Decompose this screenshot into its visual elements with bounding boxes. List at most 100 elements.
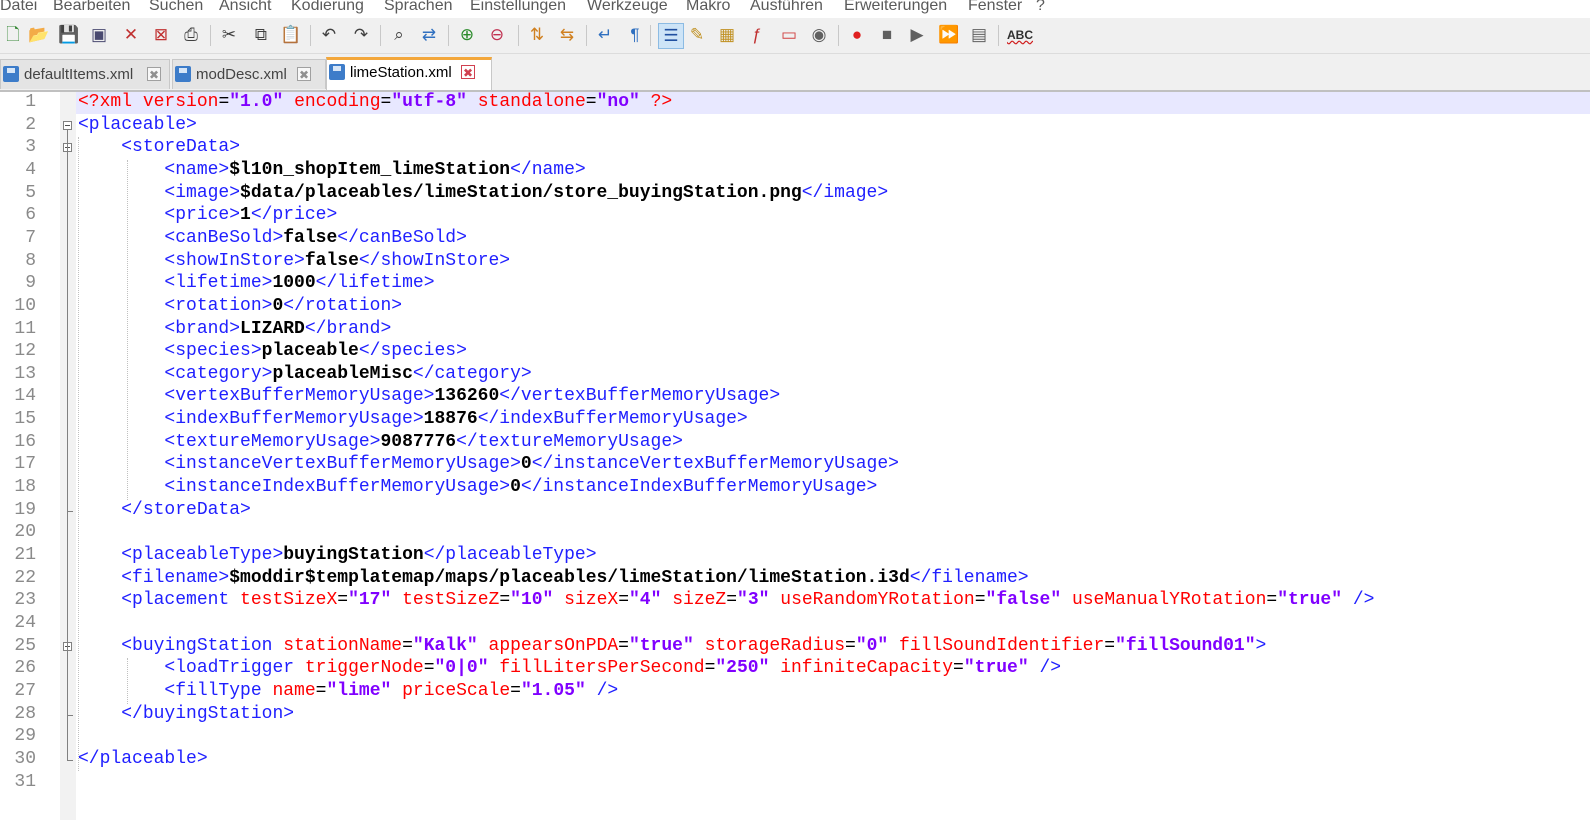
save-macro-icon[interactable]: ▤ <box>968 24 990 46</box>
menu-item[interactable]: Werkzeuge <box>587 0 668 15</box>
menu-item[interactable]: Kodierung <box>291 0 364 15</box>
code-token: encoding <box>294 92 381 112</box>
code-token: = <box>974 590 986 611</box>
line-number: 15 <box>14 409 36 430</box>
code-line: <placeableType>buyingStation</placeableT… <box>78 545 597 565</box>
code-token: storageRadius <box>704 635 846 656</box>
print-icon[interactable]: ⎙ <box>180 24 202 46</box>
zoom-in-icon[interactable]: ⊕ <box>456 24 478 46</box>
code-line: <vertexBufferMemoryUsage>136260</vertexB… <box>78 386 780 406</box>
menu-item[interactable]: Datei <box>0 0 37 15</box>
line-number: 14 <box>14 386 36 407</box>
close-all-icon[interactable]: ⊠ <box>150 24 172 46</box>
show-all-chars-icon[interactable]: ¶ <box>624 24 646 46</box>
menu-item[interactable]: Ansicht <box>219 0 271 15</box>
indent-guide <box>78 137 80 772</box>
redo-icon[interactable]: ↷ <box>350 24 372 46</box>
menu-item[interactable]: Makro <box>686 0 730 15</box>
open-file-icon[interactable]: 📂 <box>28 24 50 46</box>
sync-horizontal-icon[interactable]: ⇆ <box>556 24 578 46</box>
tab-moddesc[interactable]: modDesc.xml ✖ <box>172 59 326 89</box>
menu-item[interactable]: Einstellungen <box>470 0 566 15</box>
code-token: = <box>953 658 964 679</box>
code-token: LIZARD <box>240 318 305 339</box>
code-token: "250" <box>715 658 770 679</box>
function-list-icon[interactable]: ƒ <box>746 24 768 46</box>
doc-map-icon[interactable]: ▦ <box>716 24 738 46</box>
find-icon[interactable]: ⌕ <box>388 24 410 46</box>
cut-icon[interactable]: ✂ <box>218 24 240 46</box>
code-token: </instanceIndexBufferMemoryUsage> <box>520 477 878 498</box>
zoom-out-icon[interactable]: ⊖ <box>486 24 508 46</box>
replace-icon[interactable]: ⇄ <box>418 24 440 46</box>
save-icon[interactable]: 💾 <box>58 24 80 46</box>
menu-item[interactable]: Sprachen <box>384 0 453 15</box>
line-number: 7 <box>25 227 36 248</box>
code-line: <brand>LIZARD</brand> <box>78 319 391 339</box>
menu-item[interactable]: Suchen <box>149 0 203 15</box>
copy-icon[interactable]: ⧉ <box>250 24 272 46</box>
code-line: <placeable> <box>78 115 197 135</box>
spell-check-icon[interactable]: ABC <box>1006 24 1034 46</box>
code-token: = <box>618 590 629 611</box>
user-lang-icon[interactable]: ✎ <box>686 24 708 46</box>
menu-item[interactable]: Erweiterungen <box>844 0 947 15</box>
toolbar-separator <box>586 25 587 46</box>
menu-item[interactable]: Fenster <box>968 0 1022 15</box>
menu-item[interactable]: ? <box>1036 0 1045 15</box>
toolbar-separator <box>380 25 381 46</box>
run-macro-multiple-icon[interactable]: ⏩ <box>938 24 960 46</box>
fold-margin[interactable] <box>60 92 76 820</box>
new-file-icon[interactable]: 🗋 <box>2 24 24 46</box>
code-token: = <box>585 92 597 112</box>
tab-close-icon[interactable]: ✖ <box>147 67 161 82</box>
tab-limestation[interactable]: limeStation.xml ✖ <box>326 57 492 90</box>
monitoring-icon[interactable]: ◉ <box>808 24 830 46</box>
play-macro-icon[interactable]: ▶ <box>906 24 928 46</box>
menu-item[interactable]: Bearbeiten <box>53 0 130 15</box>
code-line: <instanceVertexBufferMemoryUsage>0</inst… <box>78 454 899 474</box>
undo-icon[interactable]: ↶ <box>318 24 340 46</box>
code-token: "Kalk" <box>412 635 478 656</box>
sync-vertical-icon[interactable]: ⇅ <box>526 24 548 46</box>
word-wrap-icon[interactable]: ↵ <box>594 24 616 46</box>
record-macro-icon[interactable]: ● <box>846 24 868 46</box>
tab-label: modDesc.xml <box>196 66 287 83</box>
code-token: <price> <box>164 205 241 226</box>
code-token: $l10n_shopItem_limeStation <box>229 159 511 180</box>
code-line: <placement testSizeX="17" testSizeZ="10"… <box>78 590 1374 610</box>
code-token: </placeableType> <box>423 545 597 565</box>
code-line: <image>$data/placeables/limeStation/stor… <box>78 183 888 203</box>
tab-defaultitems[interactable]: defaultItems.xml ✖ <box>0 59 170 89</box>
folder-workspace-icon[interactable]: ▭ <box>778 24 800 46</box>
code-token: testSizeX <box>240 590 338 611</box>
code-token: </category> <box>412 363 532 384</box>
save-status-icon <box>175 66 191 82</box>
code-line: <species>placeable</species> <box>78 341 466 361</box>
fold-toggle-icon[interactable] <box>63 120 72 130</box>
code-token: false <box>283 227 338 248</box>
menu-item[interactable]: Ausführen <box>750 0 823 15</box>
paste-icon[interactable]: 📋 <box>280 24 302 46</box>
tab-close-icon[interactable]: ✖ <box>461 65 475 80</box>
stop-macro-icon[interactable]: ■ <box>876 24 898 46</box>
code-token: "3" <box>737 590 770 611</box>
close-icon[interactable]: ✕ <box>120 24 142 46</box>
indent-guide-icon[interactable]: ☰ <box>658 23 684 49</box>
code-token: false <box>304 250 359 271</box>
save-all-icon[interactable]: ▣ <box>88 24 110 46</box>
tab-close-icon[interactable]: ✖ <box>297 67 311 82</box>
code-line: <filename>$moddir$templatemap/maps/place… <box>78 568 1028 588</box>
